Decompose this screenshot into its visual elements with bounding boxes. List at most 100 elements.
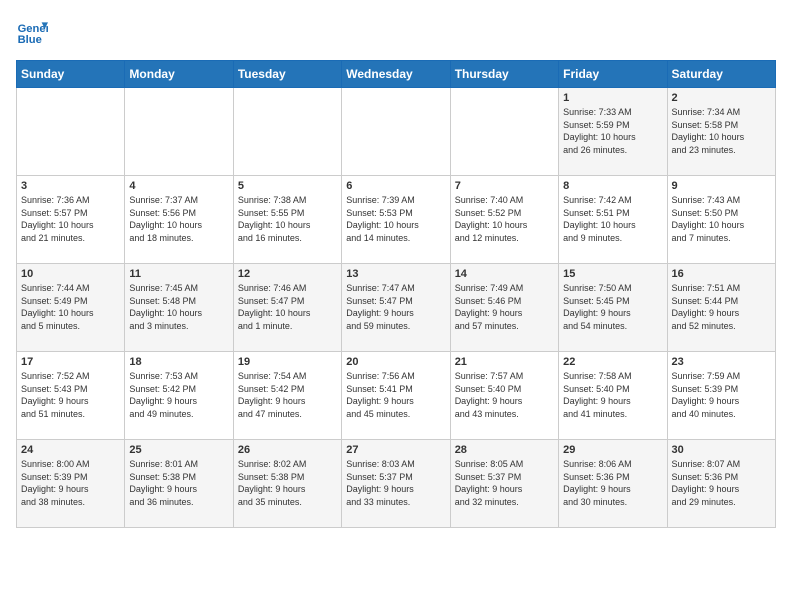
day-detail: Sunrise: 8:00 AM Sunset: 5:39 PM Dayligh… — [21, 458, 120, 508]
day-cell: 22 Sunrise: 7:58 AM Sunset: 5:40 PM Dayli… — [559, 352, 667, 440]
day-detail: Sunrise: 7:42 AM Sunset: 5:51 PM Dayligh… — [563, 194, 662, 244]
day-cell — [342, 88, 450, 176]
day-cell: 12Sunrise: 7:46 AM Sunset: 5:47 PM Dayli… — [233, 264, 341, 352]
day-cell: 6 Sunrise: 7:39 AM Sunset: 5:53 PM Daylig… — [342, 176, 450, 264]
day-number: 20 — [346, 356, 445, 368]
day-cell: 3 Sunrise: 7:36 AM Sunset: 5:57 PM Daylig… — [17, 176, 125, 264]
day-detail: Sunrise: 7:40 AM Sunset: 5:52 PM Dayligh… — [455, 194, 554, 244]
day-detail: Sunrise: 8:05 AM Sunset: 5:37 PM Dayligh… — [455, 458, 554, 508]
day-number: 15 — [563, 268, 662, 280]
day-detail: Sunrise: 7:52 AM Sunset: 5:43 PM Dayligh… — [21, 370, 120, 420]
day-cell: 21 Sunrise: 7:57 AM Sunset: 5:40 PM Dayli… — [450, 352, 558, 440]
day-header-sunday: Sunday — [17, 61, 125, 88]
day-cell: 5Sunrise: 7:38 AM Sunset: 5:55 PM Daylig… — [233, 176, 341, 264]
day-number: 18 — [129, 356, 228, 368]
day-number: 21 — [455, 356, 554, 368]
day-cell: 26 Sunrise: 8:02 AM Sunset: 5:38 PM Dayli… — [233, 440, 341, 528]
day-number: 16 — [672, 268, 771, 280]
day-detail: Sunrise: 7:59 AM Sunset: 5:39 PM Dayligh… — [672, 370, 771, 420]
day-number: 6 — [346, 180, 445, 192]
day-number: 7 — [455, 180, 554, 192]
day-cell: 11 Sunrise: 7:45 AM Sunset: 5:48 PM Dayli… — [125, 264, 233, 352]
day-detail: Sunrise: 7:53 AM Sunset: 5:42 PM Dayligh… — [129, 370, 228, 420]
day-header-friday: Friday — [559, 61, 667, 88]
day-number: 11 — [129, 268, 228, 280]
calendar-table: SundayMondayTuesdayWednesdayThursdayFrid… — [16, 60, 776, 528]
logo: General Blue — [16, 16, 52, 48]
day-number: 28 — [455, 444, 554, 456]
day-cell: 30Sunrise: 8:07 AM Sunset: 5:36 PM Dayli… — [667, 440, 775, 528]
day-detail: Sunrise: 7:54 AM Sunset: 5:42 PM Dayligh… — [238, 370, 337, 420]
day-number: 23 — [672, 356, 771, 368]
day-cell: 27 Sunrise: 8:03 AM Sunset: 5:37 PM Dayli… — [342, 440, 450, 528]
day-detail: Sunrise: 8:02 AM Sunset: 5:38 PM Dayligh… — [238, 458, 337, 508]
day-number: 4 — [129, 180, 228, 192]
day-number: 1 — [563, 92, 662, 104]
day-cell — [450, 88, 558, 176]
logo-icon: General Blue — [16, 16, 48, 48]
day-number: 8 — [563, 180, 662, 192]
day-cell: 7 Sunrise: 7:40 AM Sunset: 5:52 PM Daylig… — [450, 176, 558, 264]
day-detail: Sunrise: 7:37 AM Sunset: 5:56 PM Dayligh… — [129, 194, 228, 244]
day-cell — [233, 88, 341, 176]
day-detail: Sunrise: 7:45 AM Sunset: 5:48 PM Dayligh… — [129, 282, 228, 332]
header-row: SundayMondayTuesdayWednesdayThursdayFrid… — [17, 61, 776, 88]
page-header: General Blue — [16, 16, 776, 48]
day-cell: 13Sunrise: 7:47 AM Sunset: 5:47 PM Dayli… — [342, 264, 450, 352]
day-cell: 19 Sunrise: 7:54 AM Sunset: 5:42 PM Dayli… — [233, 352, 341, 440]
day-cell: 23 Sunrise: 7:59 AM Sunset: 5:39 PM Dayli… — [667, 352, 775, 440]
day-number: 26 — [238, 444, 337, 456]
day-detail: Sunrise: 8:06 AM Sunset: 5:36 PM Dayligh… — [563, 458, 662, 508]
day-cell: 29Sunrise: 8:06 AM Sunset: 5:36 PM Dayli… — [559, 440, 667, 528]
day-number: 2 — [672, 92, 771, 104]
day-cell: 1 Sunrise: 7:33 AM Sunset: 5:59 PM Daylig… — [559, 88, 667, 176]
week-row-5: 24Sunrise: 8:00 AM Sunset: 5:39 PM Dayli… — [17, 440, 776, 528]
day-detail: Sunrise: 7:44 AM Sunset: 5:49 PM Dayligh… — [21, 282, 120, 332]
day-detail: Sunrise: 7:58 AM Sunset: 5:40 PM Dayligh… — [563, 370, 662, 420]
day-cell: 28 Sunrise: 8:05 AM Sunset: 5:37 PM Dayli… — [450, 440, 558, 528]
day-header-tuesday: Tuesday — [233, 61, 341, 88]
day-cell: 15 Sunrise: 7:50 AM Sunset: 5:45 PM Dayli… — [559, 264, 667, 352]
day-cell: 2 Sunrise: 7:34 AM Sunset: 5:58 PM Daylig… — [667, 88, 775, 176]
day-header-wednesday: Wednesday — [342, 61, 450, 88]
day-cell — [125, 88, 233, 176]
day-detail: Sunrise: 7:36 AM Sunset: 5:57 PM Dayligh… — [21, 194, 120, 244]
day-detail: Sunrise: 7:38 AM Sunset: 5:55 PM Dayligh… — [238, 194, 337, 244]
day-cell: 14Sunrise: 7:49 AM Sunset: 5:46 PM Dayli… — [450, 264, 558, 352]
day-cell: 8 Sunrise: 7:42 AM Sunset: 5:51 PM Daylig… — [559, 176, 667, 264]
day-detail: Sunrise: 7:47 AM Sunset: 5:47 PM Dayligh… — [346, 282, 445, 332]
day-detail: Sunrise: 7:57 AM Sunset: 5:40 PM Dayligh… — [455, 370, 554, 420]
day-cell — [17, 88, 125, 176]
day-number: 9 — [672, 180, 771, 192]
day-number: 17 — [21, 356, 120, 368]
day-detail: Sunrise: 8:03 AM Sunset: 5:37 PM Dayligh… — [346, 458, 445, 508]
day-number: 3 — [21, 180, 120, 192]
day-number: 10 — [21, 268, 120, 280]
day-number: 22 — [563, 356, 662, 368]
day-cell: 25 Sunrise: 8:01 AM Sunset: 5:38 PM Dayli… — [125, 440, 233, 528]
day-number: 19 — [238, 356, 337, 368]
day-cell: 24Sunrise: 8:00 AM Sunset: 5:39 PM Dayli… — [17, 440, 125, 528]
day-detail: Sunrise: 7:39 AM Sunset: 5:53 PM Dayligh… — [346, 194, 445, 244]
day-cell: 16 Sunrise: 7:51 AM Sunset: 5:44 PM Dayli… — [667, 264, 775, 352]
day-header-saturday: Saturday — [667, 61, 775, 88]
day-cell: 9 Sunrise: 7:43 AM Sunset: 5:50 PM Daylig… — [667, 176, 775, 264]
week-row-4: 17 Sunrise: 7:52 AM Sunset: 5:43 PM Dayli… — [17, 352, 776, 440]
day-number: 14 — [455, 268, 554, 280]
day-cell: 10 Sunrise: 7:44 AM Sunset: 5:49 PM Dayli… — [17, 264, 125, 352]
week-row-3: 10 Sunrise: 7:44 AM Sunset: 5:49 PM Dayli… — [17, 264, 776, 352]
day-cell: 17 Sunrise: 7:52 AM Sunset: 5:43 PM Dayli… — [17, 352, 125, 440]
day-detail: Sunrise: 7:51 AM Sunset: 5:44 PM Dayligh… — [672, 282, 771, 332]
day-detail: Sunrise: 8:07 AM Sunset: 5:36 PM Dayligh… — [672, 458, 771, 508]
day-detail: Sunrise: 7:33 AM Sunset: 5:59 PM Dayligh… — [563, 106, 662, 156]
svg-text:Blue: Blue — [18, 34, 42, 46]
day-header-monday: Monday — [125, 61, 233, 88]
day-detail: Sunrise: 7:50 AM Sunset: 5:45 PM Dayligh… — [563, 282, 662, 332]
day-number: 25 — [129, 444, 228, 456]
day-number: 27 — [346, 444, 445, 456]
day-detail: Sunrise: 8:01 AM Sunset: 5:38 PM Dayligh… — [129, 458, 228, 508]
week-row-2: 3 Sunrise: 7:36 AM Sunset: 5:57 PM Daylig… — [17, 176, 776, 264]
day-detail: Sunrise: 7:34 AM Sunset: 5:58 PM Dayligh… — [672, 106, 771, 156]
day-cell: 4 Sunrise: 7:37 AM Sunset: 5:56 PM Daylig… — [125, 176, 233, 264]
day-detail: Sunrise: 7:43 AM Sunset: 5:50 PM Dayligh… — [672, 194, 771, 244]
